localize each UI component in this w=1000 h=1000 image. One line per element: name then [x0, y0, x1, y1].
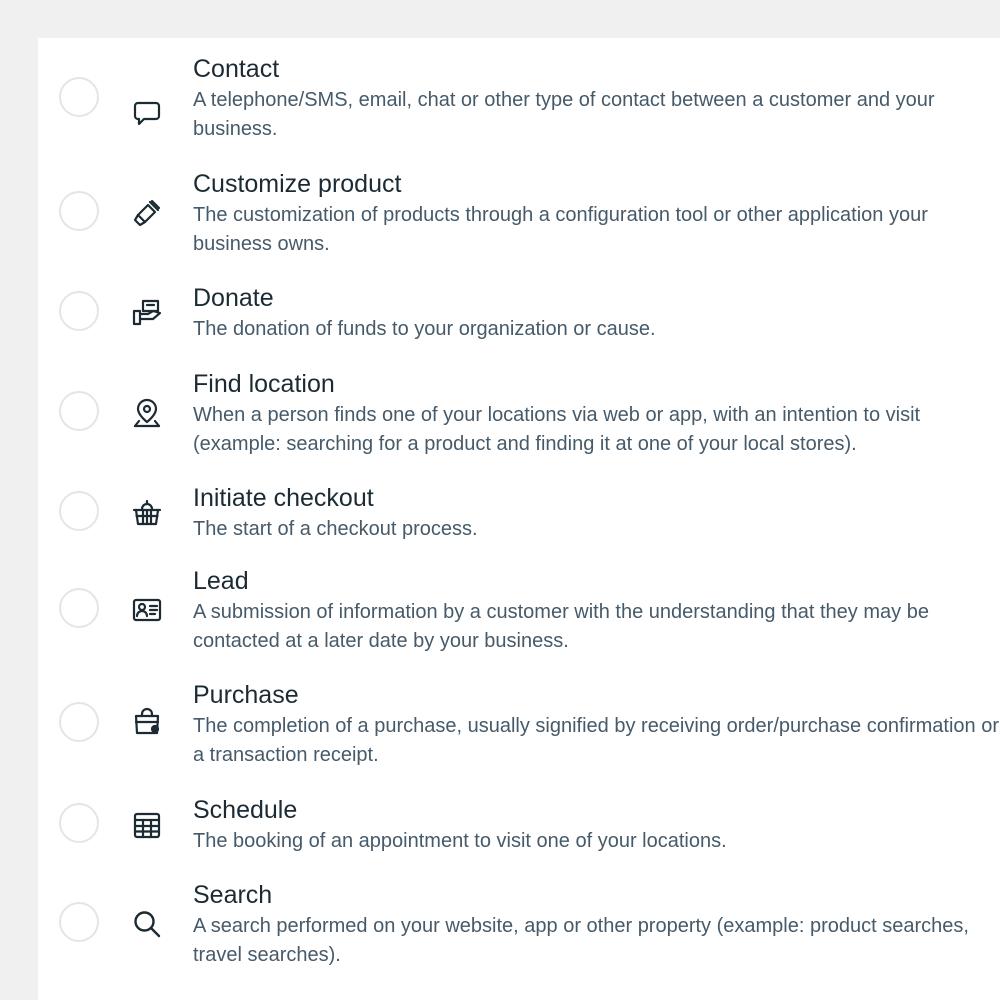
- option-title: Initiate checkout: [193, 484, 374, 512]
- id-card-icon: [131, 594, 163, 626]
- option-description: The booking of an appointment to visit o…: [193, 830, 727, 852]
- radio-lead[interactable]: [59, 588, 99, 628]
- chat-bubble-icon: [131, 98, 163, 130]
- calendar-icon: [131, 809, 163, 841]
- radio-initiate-checkout[interactable]: [59, 491, 99, 531]
- basket-icon: [131, 497, 163, 529]
- radio-donate[interactable]: [59, 291, 99, 331]
- option-title: Find location: [193, 370, 335, 398]
- option-title: Lead: [193, 567, 249, 595]
- option-title: Customize product: [193, 170, 402, 198]
- radio-search[interactable]: [59, 902, 99, 942]
- search-icon: [131, 908, 163, 940]
- option-title: Contact: [193, 55, 280, 83]
- option-description: The customization of products through a …: [193, 204, 928, 255]
- option-description: The completion of a purchase, usually si…: [193, 715, 999, 766]
- conversion-event-list: Contact A telephone/SMS, email, chat or …: [38, 38, 1000, 1000]
- paintbrush-icon: [131, 197, 163, 229]
- option-title: Search: [193, 881, 273, 909]
- radio-schedule[interactable]: [59, 803, 99, 843]
- option-description: A search performed on your website, app …: [193, 915, 969, 966]
- option-title: Purchase: [193, 681, 299, 709]
- option-description: When a person finds one of your location…: [193, 404, 921, 455]
- radio-contact[interactable]: [59, 77, 99, 117]
- option-description: The start of a checkout process.: [193, 518, 478, 540]
- option-title: Donate: [193, 284, 274, 312]
- option-title: Schedule: [193, 796, 298, 824]
- radio-purchase[interactable]: [59, 702, 99, 742]
- location-pin-icon: [131, 397, 163, 429]
- option-description: A submission of information by a custome…: [193, 601, 929, 652]
- radio-customize-product[interactable]: [59, 191, 99, 231]
- option-description: A telephone/SMS, email, chat or other ty…: [193, 89, 935, 140]
- radio-find-location[interactable]: [59, 391, 99, 431]
- shopping-bag-icon: [131, 706, 163, 738]
- donate-icon: [131, 297, 163, 329]
- option-description: The donation of funds to your organizati…: [193, 318, 656, 340]
